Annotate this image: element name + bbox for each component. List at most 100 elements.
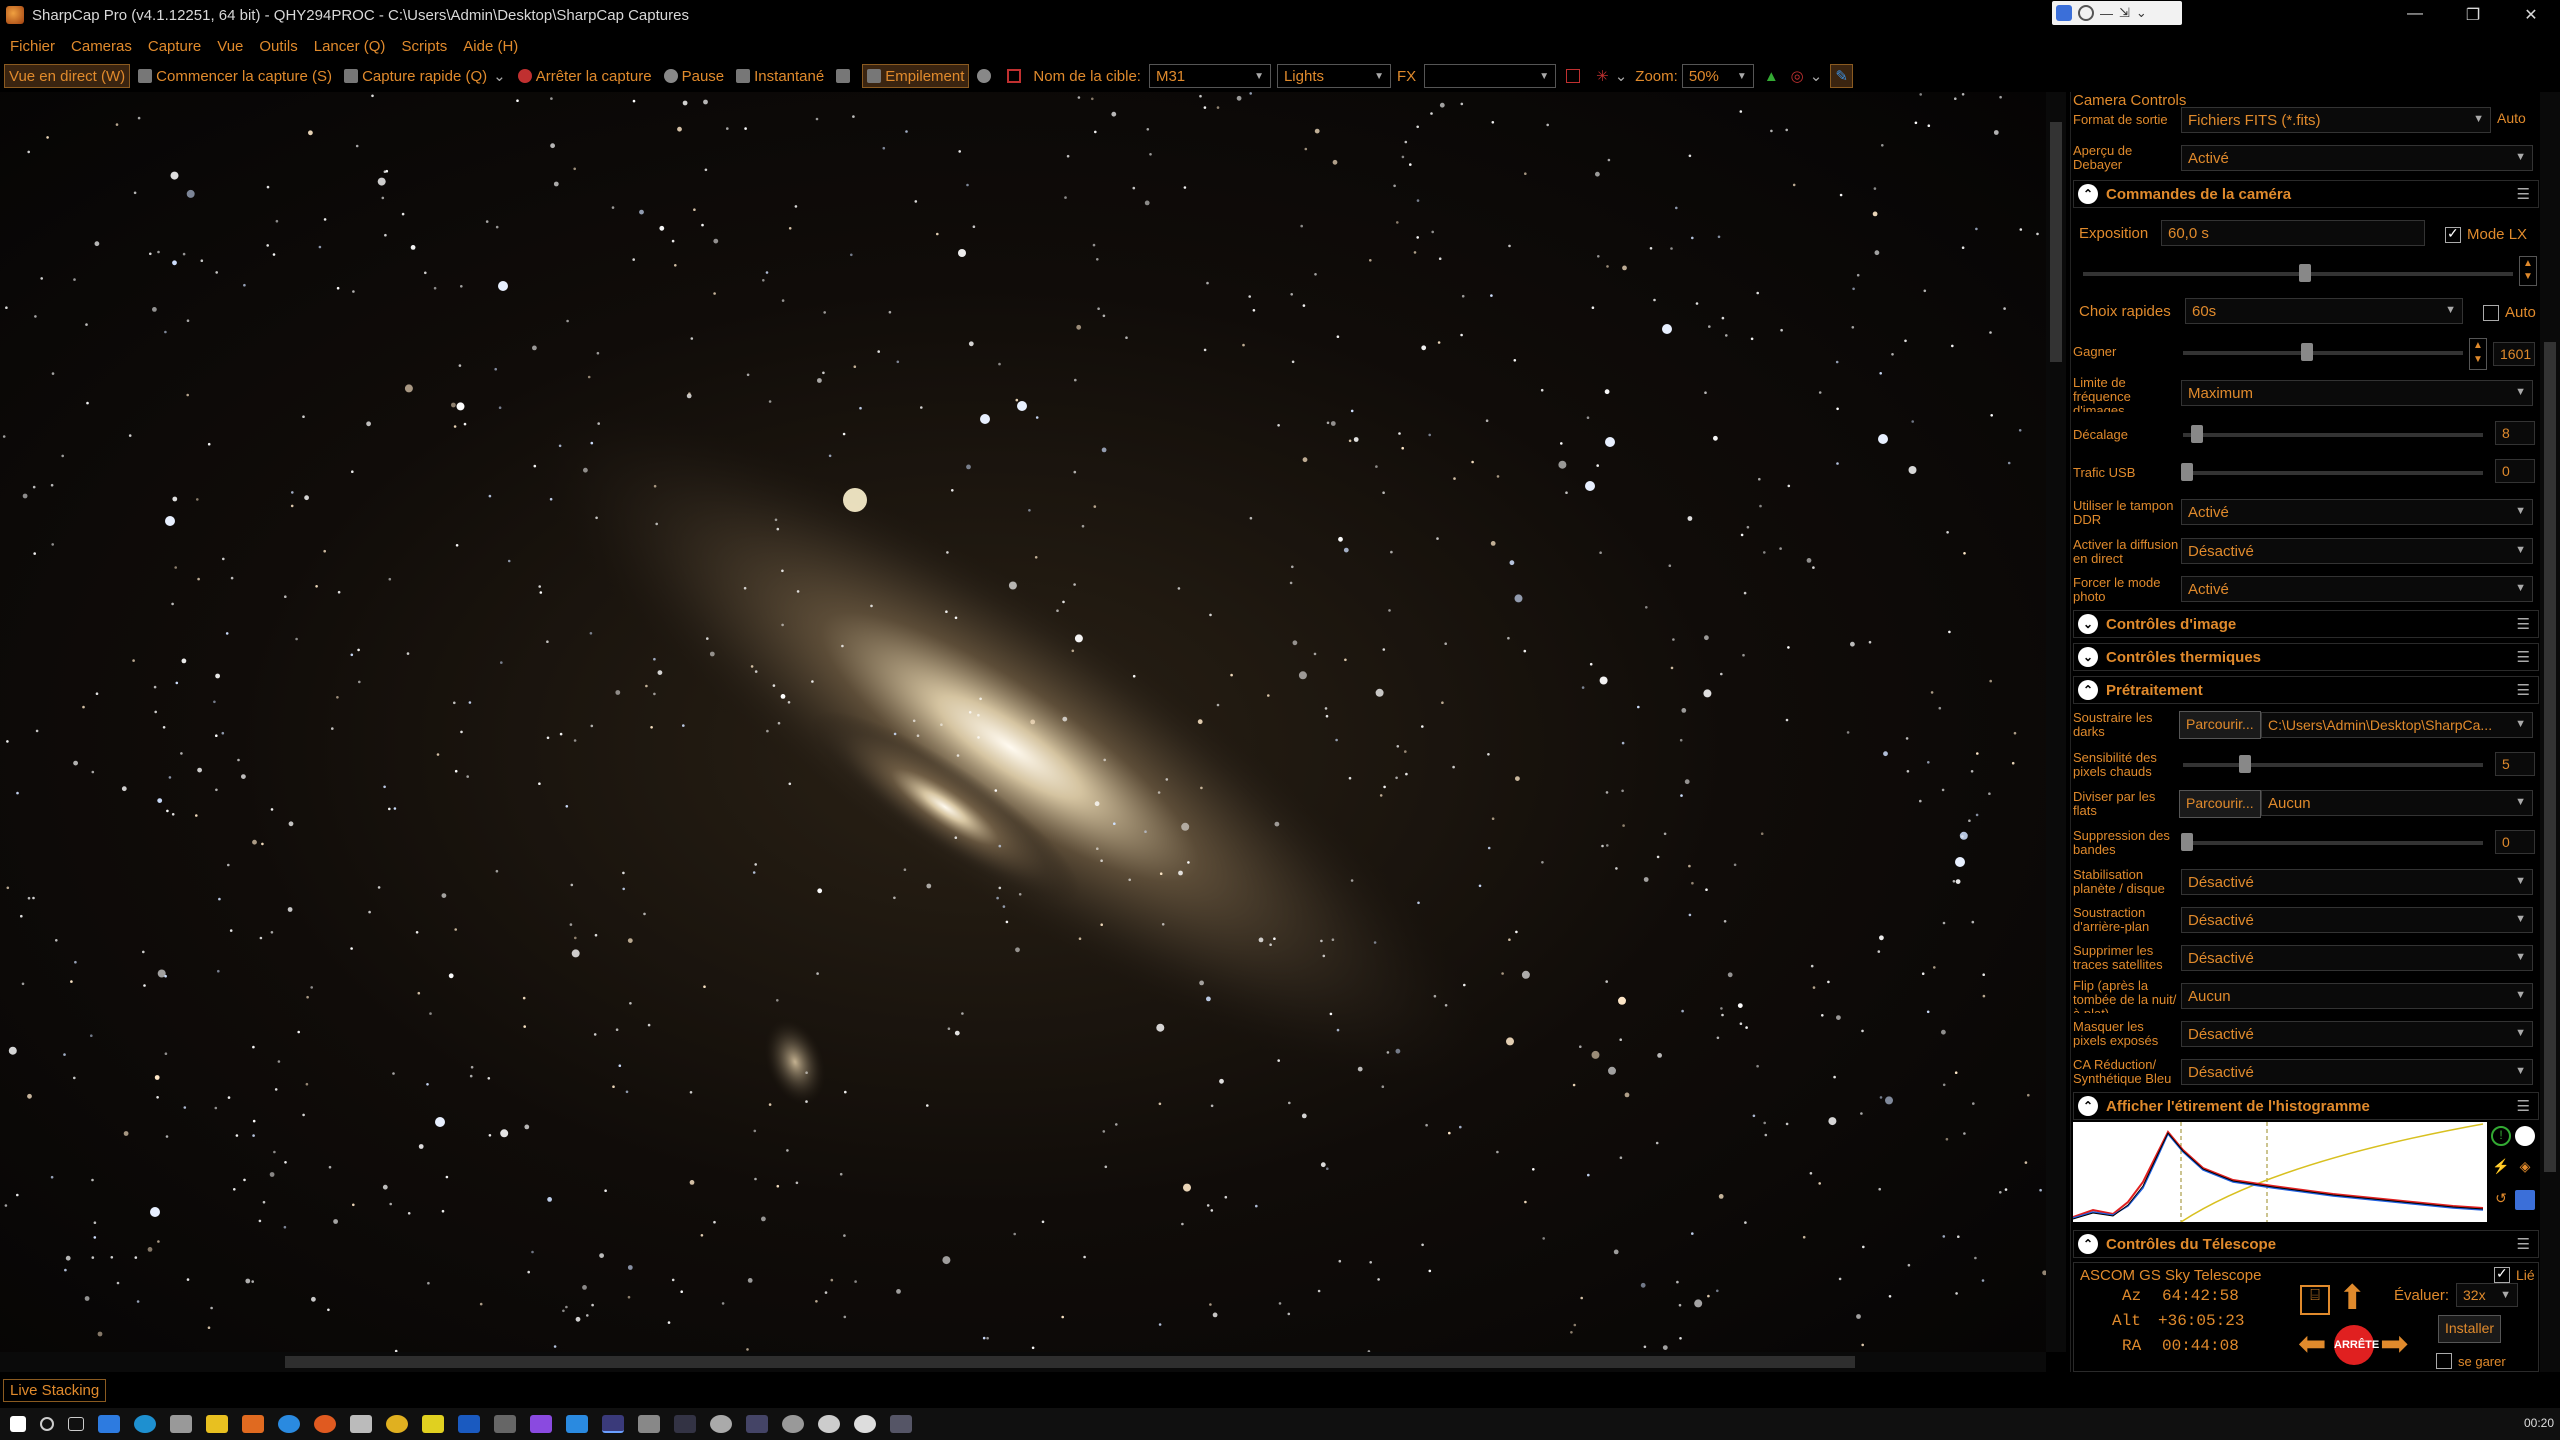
app-icon[interactable]: [710, 1415, 732, 1433]
preprocessing-section[interactable]: ⌃ Prétraitement ☰: [2073, 676, 2539, 704]
menu-file[interactable]: Fichier: [10, 38, 55, 55]
rate-select[interactable]: 32x ▼: [2456, 1283, 2518, 1307]
windows-start-icon[interactable]: [10, 1416, 26, 1432]
visual-studio-icon[interactable]: [530, 1415, 552, 1433]
gain-value-input[interactable]: 1601: [2493, 342, 2535, 366]
chevron-down-icon[interactable]: ⌄: [2136, 5, 2147, 21]
usb-slider-knob[interactable]: [2181, 463, 2193, 481]
firefox-icon[interactable]: [314, 1415, 336, 1433]
zoom-select[interactable]: 50% ▼: [1681, 64, 1754, 88]
start-capture-button[interactable]: Commencer la capture (S): [134, 64, 336, 88]
flats-browse-button[interactable]: Parcourir...: [2179, 790, 2261, 818]
grid-icon[interactable]: [1562, 64, 1588, 88]
mask-select[interactable]: Désactivé ▼: [2181, 1021, 2533, 1047]
goto-icon[interactable]: ⌸: [2300, 1285, 2330, 1315]
task-view-icon[interactable]: [68, 1417, 84, 1431]
hotpix-value-input[interactable]: 5: [2495, 752, 2535, 776]
live-view-button[interactable]: Vue en direct (W): [4, 64, 131, 88]
darks-browse-button[interactable]: Parcourir...: [2179, 711, 2261, 739]
chrome-icon[interactable]: [386, 1415, 408, 1433]
quick-auto-checkbox[interactable]: Auto: [2483, 304, 2536, 321]
arrow-left-button[interactable]: ⬅: [2298, 1327, 2327, 1361]
app-icon[interactable]: [638, 1415, 660, 1433]
park-checkbox[interactable]: se garer: [2436, 1353, 2506, 1369]
fx-select[interactable]: ▼: [1424, 64, 1557, 88]
sun-icon[interactable]: [973, 64, 999, 88]
usb-slider[interactable]: [2183, 471, 2483, 475]
quick-choices-select[interactable]: 60s ▼: [2185, 298, 2463, 324]
minimize-icon[interactable]: —: [2100, 6, 2113, 21]
pause-button[interactable]: Pause: [660, 64, 729, 88]
info-icon[interactable]: !: [2491, 1126, 2511, 1146]
save-icon[interactable]: [2515, 1190, 2535, 1210]
stab-select[interactable]: Désactivé ▼: [2181, 869, 2533, 895]
maximize-button[interactable]: ❐: [2444, 5, 2502, 25]
exposure-slider-knob[interactable]: [2299, 264, 2311, 282]
linked-checkbox[interactable]: Lié: [2494, 1265, 2535, 1283]
menu-scripts[interactable]: Scripts: [401, 38, 447, 55]
app-icon[interactable]: [746, 1415, 768, 1433]
brush-icon[interactable]: ✎: [1830, 64, 1853, 88]
app-icon[interactable]: [890, 1415, 912, 1433]
search-icon[interactable]: [40, 1417, 54, 1431]
app-icon[interactable]: [674, 1415, 696, 1433]
image-horizontal-scrollbar[interactable]: [0, 1352, 2046, 1372]
menu-cameras[interactable]: Cameras: [71, 38, 132, 55]
lightning-icon[interactable]: ⚡: [2491, 1158, 2511, 1178]
app-icon[interactable]: [818, 1415, 840, 1433]
offset-value-input[interactable]: 8: [2495, 421, 2535, 445]
app-icon[interactable]: [350, 1415, 372, 1433]
target-icon[interactable]: [1003, 64, 1029, 88]
app-icon[interactable]: [782, 1415, 804, 1433]
scroll-thumb[interactable]: [2544, 342, 2556, 1172]
ddr-select[interactable]: Activé ▼: [2181, 499, 2533, 525]
hamburger-menu-icon[interactable]: ☰: [2517, 1097, 2530, 1115]
reset-icon[interactable]: ↺: [2491, 1190, 2511, 1210]
ca-select[interactable]: Désactivé ▼: [2181, 1059, 2533, 1085]
panel-vertical-scrollbar[interactable]: [2540, 92, 2560, 1372]
sharpcap-taskbar-icon[interactable]: [602, 1415, 624, 1433]
app-icon[interactable]: [278, 1415, 300, 1433]
photo-mode-select[interactable]: Activé ▼: [2181, 576, 2533, 602]
flats-select[interactable]: Aucun ▼: [2261, 790, 2533, 816]
sat-select[interactable]: Désactivé ▼: [2181, 945, 2533, 971]
hamburger-menu-icon[interactable]: ☰: [2517, 648, 2530, 666]
image-vertical-scrollbar[interactable]: [2046, 92, 2066, 1352]
snapshot-button[interactable]: Instantané: [732, 64, 828, 88]
install-button[interactable]: Installer: [2438, 1315, 2502, 1343]
scroll-thumb[interactable]: [2050, 122, 2062, 362]
app-icon[interactable]: [98, 1415, 120, 1433]
frame-limit-select[interactable]: Maximum ▼: [2181, 380, 2533, 406]
live-stacking-tab[interactable]: Live Stacking: [3, 1379, 107, 1402]
hamburger-menu-icon[interactable]: ☰: [2517, 1235, 2530, 1253]
menu-capture[interactable]: Capture: [148, 38, 201, 55]
histogram-chart[interactable]: ! ⚡ ◈ ↺: [2072, 1122, 2539, 1223]
debayer-select[interactable]: Activé ▼: [2181, 145, 2533, 171]
quick-capture-button[interactable]: Capture rapide (Q) ⌄: [340, 64, 510, 88]
menu-view[interactable]: Vue: [217, 38, 243, 55]
app-switch-icon[interactable]: [2056, 5, 2072, 21]
flip-select[interactable]: Aucun ▼: [2181, 983, 2533, 1009]
auto-stretch-icon[interactable]: ◈: [2515, 1158, 2535, 1178]
hotpix-slider-knob[interactable]: [2239, 755, 2251, 773]
gain-slider-knob[interactable]: [2301, 343, 2313, 361]
output-format-auto[interactable]: Auto: [2497, 110, 2526, 126]
image-controls-section[interactable]: ⌄ Contrôles d'image ☰: [2073, 610, 2539, 638]
stop-capture-button[interactable]: Arrêter la capture: [514, 64, 656, 88]
gain-slider[interactable]: [2183, 351, 2463, 355]
frame-type-select[interactable]: Lights ▼: [1276, 64, 1391, 88]
offset-slider-knob[interactable]: [2191, 425, 2203, 443]
histogram-section[interactable]: ⌃ Afficher l'étirement de l'histogramme …: [2073, 1092, 2539, 1120]
live-image-viewport[interactable]: [0, 92, 2046, 1352]
exposure-spinner[interactable]: ▲ ▼: [2519, 256, 2537, 286]
stacking-button[interactable]: Empilement: [862, 64, 970, 88]
menu-tools[interactable]: Outils: [259, 38, 297, 55]
contrast-icon[interactable]: [2515, 1126, 2535, 1146]
banding-value-input[interactable]: 0: [2495, 830, 2535, 854]
minimize-button[interactable]: —: [2386, 5, 2444, 25]
live-broadcast-select[interactable]: Désactivé ▼: [2181, 538, 2533, 564]
photoshop-icon[interactable]: [458, 1415, 480, 1433]
stop-telescope-button[interactable]: ARRÊTE: [2334, 1325, 2379, 1365]
lx-mode-checkbox[interactable]: Mode LX: [2445, 225, 2527, 243]
arrow-up-button[interactable]: ⬆: [2338, 1281, 2367, 1315]
